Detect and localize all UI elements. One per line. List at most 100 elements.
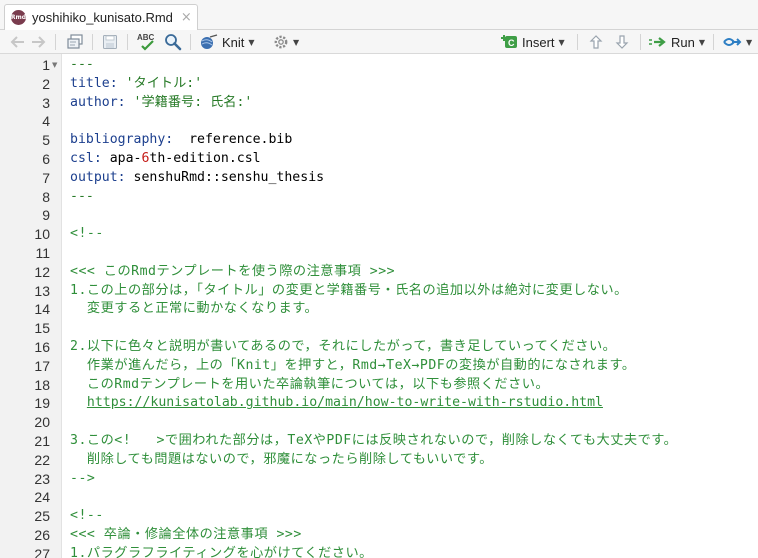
code-token: このRmdテンプレートを用いた卒論執筆については，以下も参照ください。 <box>70 376 550 392</box>
knit-yarn-icon <box>201 34 218 49</box>
code-text: 作業が進んだら，上の「Knit」を押すと，Rmd→TeX→PDFの変換が自動的に… <box>70 357 636 376</box>
code-token: <<< 卒論・修論全体の注意事項 >>> <box>70 526 302 542</box>
code-line[interactable]: 18 このRmdテンプレートを用いた卒論執筆については，以下も参照ください。 <box>0 376 758 395</box>
code-token: senshuRmd::senshu_thesis <box>125 169 325 185</box>
code-text: 2.以下に色々と説明が書いてあるので，それにしたがって，書き足していってください… <box>70 338 616 357</box>
next-section-button[interactable] <box>614 32 630 52</box>
code-text: 変更すると正常に動かなくなります。 <box>70 300 318 319</box>
document-settings-button[interactable]: ▼ <box>273 32 299 52</box>
code-line[interactable]: 7 output: senshuRmd::senshu_thesis <box>0 169 758 188</box>
code-line[interactable]: 2 title: 'タイトル:' <box>0 75 758 94</box>
run-button[interactable]: Run ▼ <box>648 32 705 52</box>
line-number: 21 <box>34 432 50 449</box>
line-number: 18 <box>34 376 50 393</box>
code-line[interactable]: 22 削除しても問題はないので，邪魔になったら削除してもいいです。 <box>0 451 758 470</box>
code-line[interactable]: 19 https://kunisatolab.github.io/main/ho… <box>0 394 758 413</box>
save-button[interactable] <box>102 32 118 52</box>
line-number: 24 <box>34 489 50 506</box>
toolbar-divider <box>190 34 191 50</box>
show-in-new-window-button[interactable] <box>66 32 84 52</box>
code-line[interactable]: 14 変更すると正常に動かなくなります。 <box>0 300 758 319</box>
code-token: <!-- <box>70 226 104 242</box>
line-number: 20 <box>34 414 50 431</box>
code-line[interactable]: 23 --> <box>0 470 758 489</box>
chevron-down-icon: ▼ <box>248 37 255 47</box>
code-text: 1.この上の部分は，「タイトル」の変更と学籍番号・氏名の追加以外は絶対に変更しな… <box>70 282 628 301</box>
knit-label: Knit <box>222 34 245 50</box>
rerun-icon <box>723 38 742 46</box>
code-token: th-edition.csl <box>149 150 261 166</box>
code-token: <!-- <box>70 508 104 524</box>
back-button[interactable] <box>10 32 26 52</box>
code-line[interactable]: 10 <!-- <box>0 225 758 244</box>
code-line[interactable]: 12 <<< このRmdテンプレートを使う際の注意事項 >>> <box>0 263 758 282</box>
code-line[interactable]: 21 3.この<! >で囲われた部分は，TeXやPDFには反映されないので，削除し… <box>0 432 758 451</box>
code-token: --> <box>70 470 96 486</box>
code-text: --- <box>70 188 94 207</box>
toolbar-divider <box>127 34 128 50</box>
code-text: bibliography: reference.bib <box>70 131 292 150</box>
gear-icon <box>274 35 288 49</box>
code-token: --- <box>70 57 94 72</box>
url-link[interactable]: https://kunisatolab.github.io/main/how-t… <box>87 395 603 410</box>
code-token: author: <box>70 94 126 110</box>
forward-button[interactable] <box>30 32 46 52</box>
code-line[interactable]: 25 <!-- <box>0 507 758 526</box>
tab-filename: yoshihiko_kunisato.Rmd <box>32 10 173 25</box>
code-token: apa- <box>101 150 142 166</box>
code-line[interactable]: 4 <box>0 112 758 131</box>
line-number: 11 <box>35 244 50 261</box>
code-text: author: '学籍番号: 氏名:' <box>70 94 252 113</box>
code-text: output: senshuRmd::senshu_thesis <box>70 169 324 188</box>
code-text: --> <box>70 470 95 489</box>
previous-section-button[interactable] <box>588 32 604 52</box>
line-number: 26 <box>34 526 50 543</box>
code-line[interactable]: 13 1.この上の部分は，「タイトル」の変更と学籍番号・氏名の追加以外は絶対に変更… <box>0 282 758 301</box>
code-line[interactable]: 1 ▼ --- <box>0 56 758 75</box>
toolbar-divider <box>713 34 714 50</box>
fold-toggle-icon[interactable]: ▼ <box>52 56 57 75</box>
line-number: 5 <box>42 132 50 149</box>
magnifier-icon <box>165 34 182 51</box>
new-window-icon <box>67 34 83 49</box>
line-number: 23 <box>34 470 50 487</box>
code-text: <!-- <box>70 507 104 526</box>
code-line[interactable]: 15 <box>0 319 758 338</box>
code-line[interactable]: 6 csl: apa-6th-edition.csl <box>0 150 758 169</box>
code-token: bibliography: <box>70 132 174 148</box>
code-line[interactable]: 9 <box>0 206 758 225</box>
code-token: 1.パラグラフライティングを心がけてください。 <box>70 545 373 558</box>
code-line[interactable]: 8 --- <box>0 188 758 207</box>
line-number: 25 <box>34 508 50 525</box>
code-line[interactable]: 3 author: '学籍番号: 氏名:' <box>0 94 758 113</box>
line-number: 9 <box>42 207 50 224</box>
back-arrow-icon <box>10 36 24 48</box>
code-line[interactable]: 20 <box>0 413 758 432</box>
toolbar-divider <box>92 34 93 50</box>
close-tab-icon[interactable]: × <box>181 10 192 25</box>
knit-button[interactable]: Knit ▼ <box>199 32 255 52</box>
code-line[interactable]: 24 <box>0 488 758 507</box>
line-number: 2 <box>42 75 50 92</box>
code-lines: 1 ▼ --- 2 title: 'タイトル:' 3 author: '学籍番号: 氏名:'… <box>0 56 758 558</box>
code-token: <<< このRmdテンプレートを使う際の注意事項 >>> <box>70 263 396 279</box>
code-line[interactable]: 5 bibliography: reference.bib <box>0 131 758 150</box>
insert-chunk-button[interactable]: C Insert ▼ <box>500 32 565 52</box>
code-token: csl: <box>70 150 102 166</box>
tab-rmd-file[interactable]: Rmd yoshihiko_kunisato.Rmd × <box>4 4 198 30</box>
chevron-down-icon: ▼ <box>698 37 706 47</box>
find-replace-button[interactable] <box>164 32 182 52</box>
source-editor[interactable]: 1 ▼ --- 2 title: 'タイトル:' 3 author: '学籍番号: 氏名:'… <box>0 54 758 558</box>
rerun-options-button[interactable]: ▼ <box>722 32 752 52</box>
line-number: 22 <box>34 451 50 468</box>
editor-toolbar: ABC Knit ▼ ▼ C Insert ▼ Run ▼ ▼ <box>0 30 758 54</box>
code-line[interactable]: 17 作業が進んだら，上の「Knit」を押すと，Rmd→TeX→PDFの変換が自… <box>0 357 758 376</box>
line-number: 12 <box>34 263 50 280</box>
code-line[interactable]: 26 <<< 卒論・修論全体の注意事項 >>> <box>0 526 758 545</box>
code-line[interactable]: 27 1.パラグラフライティングを心がけてください。 <box>0 545 758 558</box>
code-line[interactable]: 11 <box>0 244 758 263</box>
line-number: 16 <box>34 338 50 355</box>
code-text: csl: apa-6th-edition.csl <box>70 150 261 169</box>
code-line[interactable]: 16 2.以下に色々と説明が書いてあるので，それにしたがって，書き足していってくだ… <box>0 338 758 357</box>
spell-check-button[interactable]: ABC <box>136 32 158 52</box>
